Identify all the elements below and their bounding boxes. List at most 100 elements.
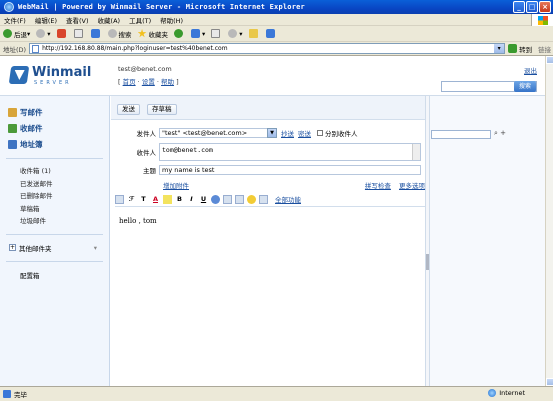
- subject-field[interactable]: my name is test: [159, 165, 421, 175]
- scroll-up-icon[interactable]: [546, 56, 553, 64]
- bcc-link[interactable]: 密送: [298, 128, 311, 138]
- attachment-row: 增加附件 拼写检查 更多选项: [163, 180, 425, 190]
- expand-icon[interactable]: +: [9, 244, 16, 251]
- maximize-button[interactable]: □: [526, 1, 538, 13]
- font-size-icon[interactable]: T: [139, 195, 148, 204]
- menu-edit[interactable]: 编辑(E): [35, 15, 57, 25]
- sidebar: 写邮件 收邮件 地址簿 收件箱 (1) 已发送邮件 已删除邮件 草稿箱 垃圾邮件…: [0, 96, 110, 386]
- winmail-logo: Winmail SERVER: [8, 65, 91, 89]
- status-bar: 完毕 Internet: [0, 386, 553, 401]
- contact-search-input[interactable]: [431, 130, 491, 139]
- editor-toolbar: ℱ T A B I U 全部功能: [115, 193, 425, 205]
- address-dropdown-icon[interactable]: ▾: [494, 44, 505, 53]
- go-button[interactable]: 转到: [508, 44, 532, 54]
- messenger-icon: [265, 29, 275, 38]
- highlight-icon[interactable]: [163, 194, 172, 204]
- help-link[interactable]: 帮助: [161, 78, 174, 86]
- align-icon[interactable]: [235, 194, 244, 204]
- messenger-button[interactable]: [265, 29, 277, 38]
- menu-tools[interactable]: 工具(T): [129, 15, 151, 25]
- address-input[interactable]: http://192.168.80.88/main.php?loginuser=…: [29, 43, 506, 54]
- image-icon[interactable]: [223, 194, 232, 204]
- search-icon[interactable]: ⌕: [494, 129, 498, 137]
- home-link[interactable]: 首页: [123, 78, 136, 86]
- sidebar-addressbook[interactable]: 地址簿: [8, 136, 109, 152]
- emoticon-icon[interactable]: [247, 194, 256, 204]
- config-box[interactable]: 配置箱: [0, 270, 109, 280]
- refresh-button[interactable]: [73, 29, 85, 38]
- spell-check-link[interactable]: 拼写检查: [365, 182, 391, 190]
- settings-link[interactable]: 设置: [142, 78, 155, 86]
- add-attachment-link[interactable]: 增加附件: [163, 182, 189, 190]
- from-row: 发件人 "test" <test@benet.com> ▼ 抄送 密送 分别收件…: [111, 128, 425, 138]
- history-button[interactable]: ▾: [191, 29, 205, 38]
- home-button[interactable]: [90, 29, 102, 38]
- webmail-page: Winmail SERVER test@benet.com [ 首页 · 设置 …: [0, 56, 553, 386]
- folder-drafts[interactable]: 草稿箱: [20, 203, 109, 216]
- favorites-button[interactable]: 收藏夹: [137, 29, 168, 39]
- forward-arrow-icon: [36, 29, 46, 38]
- link-icon[interactable]: [211, 194, 220, 204]
- mail-button[interactable]: [211, 29, 222, 38]
- source-icon[interactable]: [259, 194, 268, 204]
- save-draft-button[interactable]: 存草稿: [147, 104, 177, 115]
- message-editor[interactable]: hello , tom: [115, 206, 425, 386]
- send-button[interactable]: 发送: [117, 104, 140, 115]
- ie-logo-icon: [4, 2, 14, 12]
- splitter-handle-icon[interactable]: [426, 254, 429, 270]
- menu-view[interactable]: 查看(V): [66, 15, 89, 25]
- folder-deleted[interactable]: 已删除邮件: [20, 190, 109, 203]
- other-folders[interactable]: + 其他邮件夹 ▾: [0, 241, 109, 255]
- italic-icon[interactable]: I: [187, 195, 196, 204]
- sidebar-compose[interactable]: 写邮件: [8, 104, 109, 120]
- print-button[interactable]: ▾: [228, 29, 243, 38]
- back-button[interactable]: 后退 ▾: [3, 29, 30, 39]
- forward-button[interactable]: ▾: [36, 29, 51, 38]
- chevron-down-icon[interactable]: ▼: [267, 128, 277, 138]
- close-button[interactable]: ×: [539, 1, 551, 13]
- bold-icon[interactable]: B: [175, 195, 184, 204]
- folder-junk[interactable]: 垃圾邮件: [20, 215, 109, 228]
- mail-search-input[interactable]: 搜索: [441, 81, 537, 92]
- user-email: test@benet.com: [118, 65, 172, 73]
- message-body: hello , tom: [119, 217, 157, 225]
- font-color-icon[interactable]: A: [151, 195, 160, 204]
- header-links: [ 首页 · 设置 · 帮助 ]: [118, 78, 179, 86]
- mail-search-button[interactable]: 搜索: [514, 81, 536, 92]
- to-scrollbar[interactable]: [412, 144, 420, 160]
- more-options-link[interactable]: 更多选项: [399, 182, 425, 190]
- full-features-link[interactable]: 全部功能: [275, 194, 301, 204]
- from-select[interactable]: "test" <test@benet.com> ▼: [159, 128, 277, 138]
- cc-link[interactable]: 抄送: [281, 128, 294, 138]
- separate-checkbox[interactable]: [317, 130, 323, 136]
- menu-favorites[interactable]: 收藏(A): [98, 15, 121, 25]
- addressbook-icon: [8, 139, 17, 149]
- menu-file[interactable]: 文件(F): [4, 15, 26, 25]
- menu-help[interactable]: 帮助(H): [160, 15, 183, 25]
- sidebar-receive[interactable]: 收邮件: [8, 120, 109, 136]
- folder-list: 收件箱 (1) 已发送邮件 已删除邮件 草稿箱 垃圾邮件: [0, 165, 109, 228]
- contacts-pane: ⌕ +: [430, 96, 545, 386]
- stop-icon: [56, 29, 66, 38]
- mail-icon: [211, 29, 221, 38]
- chevron-down-icon[interactable]: ▾: [94, 244, 97, 252]
- folder-sent[interactable]: 已发送邮件: [20, 178, 109, 191]
- folder-button[interactable]: [248, 29, 260, 38]
- font-family-icon[interactable]: ℱ: [127, 195, 136, 204]
- links-button[interactable]: 链接: [538, 44, 551, 54]
- page-scrollbar[interactable]: [545, 56, 553, 386]
- add-contact-icon[interactable]: +: [500, 129, 506, 137]
- from-label: 发件人: [136, 130, 157, 138]
- winmail-logo-icon: [8, 66, 30, 84]
- stop-button[interactable]: [56, 29, 68, 38]
- media-button[interactable]: [174, 29, 185, 38]
- folder-inbox[interactable]: 收件箱 (1): [20, 165, 109, 178]
- logout-link[interactable]: 退出: [524, 65, 537, 75]
- to-field[interactable]: tom@benet.com: [159, 143, 421, 161]
- search-button[interactable]: 搜索: [107, 29, 132, 39]
- scroll-down-icon[interactable]: [546, 378, 553, 386]
- table-icon[interactable]: [115, 194, 124, 204]
- sidebar-divider: [6, 233, 103, 235]
- minimize-button[interactable]: _: [513, 1, 525, 13]
- underline-icon[interactable]: U: [199, 195, 208, 204]
